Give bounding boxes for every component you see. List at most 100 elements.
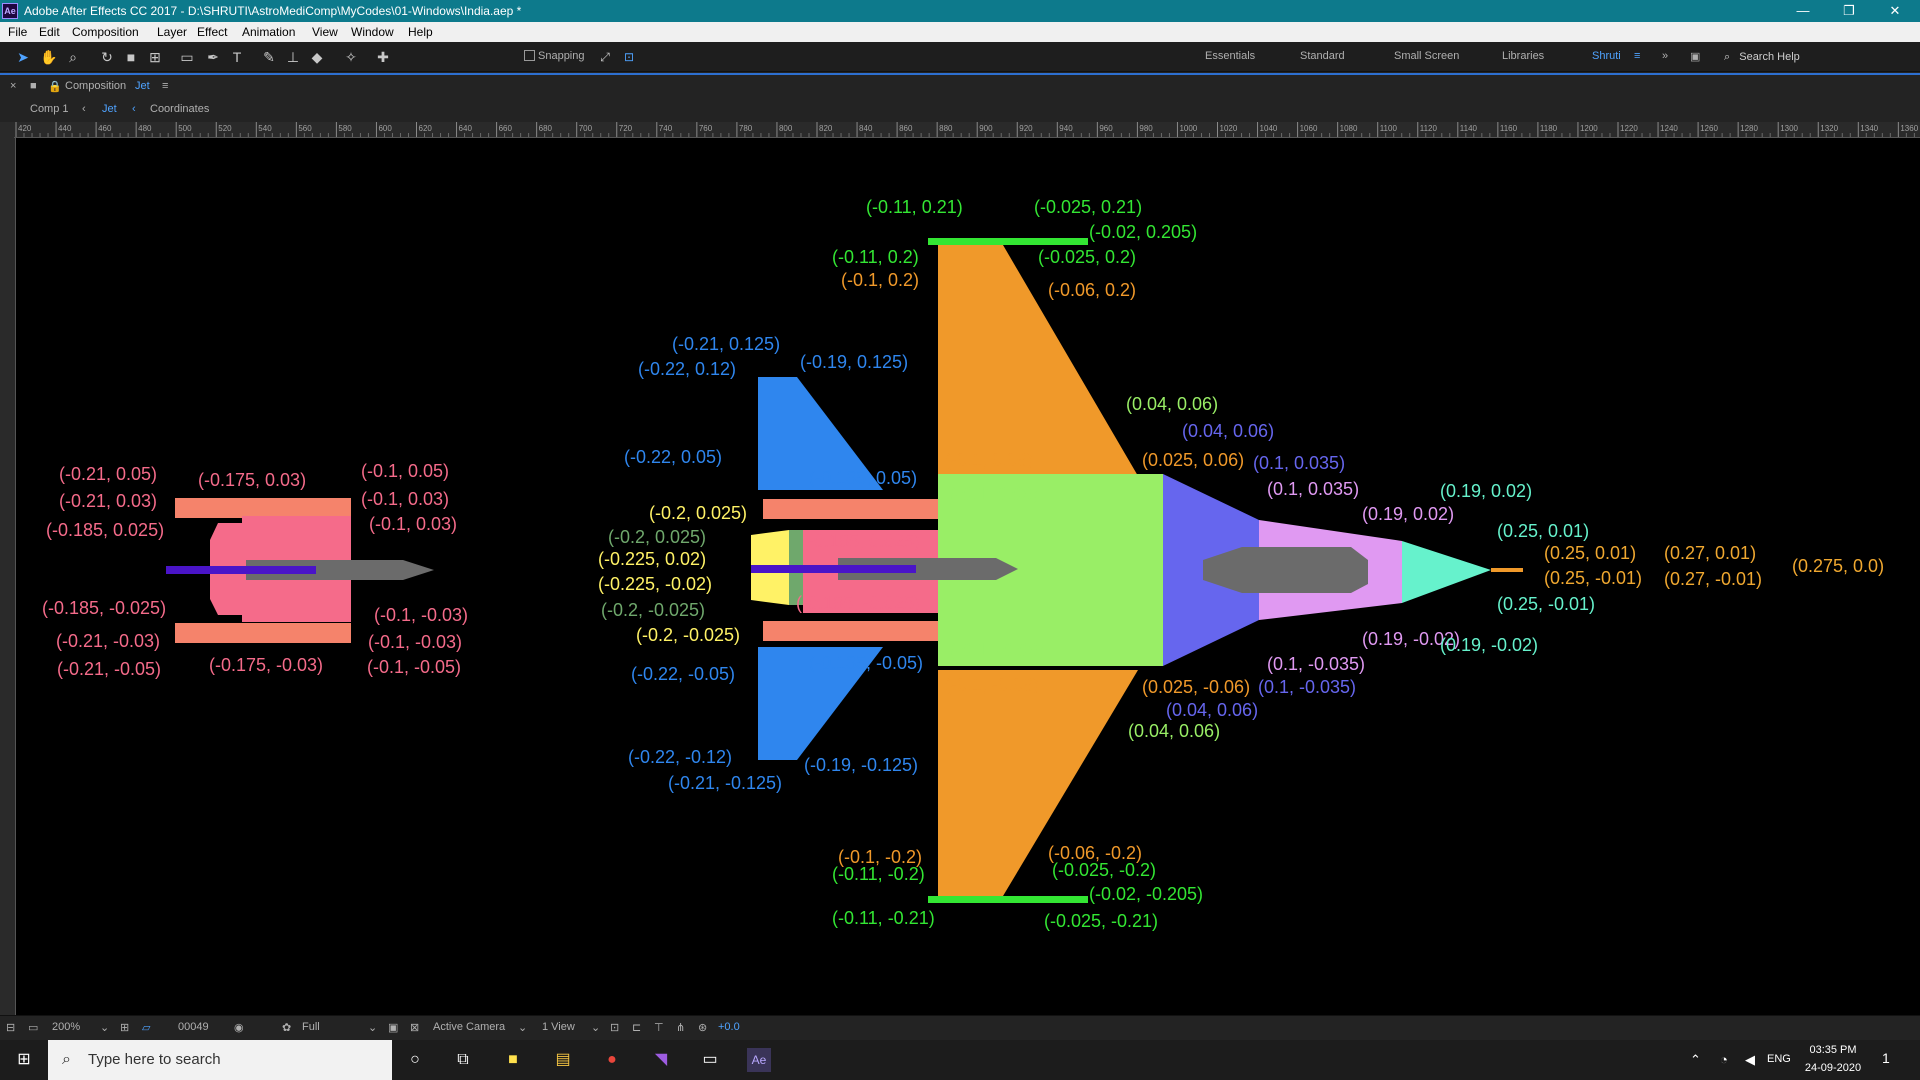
left-engine-upper-plate (175, 498, 351, 518)
view-chevron-icon[interactable]: ⌄ (591, 1021, 600, 1034)
workspace-shruti[interactable]: Shruti (1592, 50, 1621, 62)
workspace-menu-icon[interactable]: ≡ (1634, 50, 1640, 62)
workspace-standard[interactable]: Standard (1300, 50, 1345, 62)
panel-menu-icon[interactable]: ≡ (162, 80, 168, 92)
menu-composition[interactable]: Composition (72, 25, 139, 39)
file-explorer-icon[interactable]: ▤ (551, 1048, 575, 1072)
brush-tool-icon[interactable]: ✎ (260, 48, 278, 66)
workspace-overflow-icon[interactable]: » (1662, 50, 1668, 62)
clock-date[interactable]: 24-09-2020 (1796, 1062, 1870, 1074)
workspace-libraries[interactable]: Libraries (1502, 50, 1544, 62)
network-icon[interactable]: ◔ (1720, 1052, 1728, 1067)
menu-effect[interactable]: Effect (197, 25, 227, 39)
after-effects-taskbar-icon[interactable]: Ae (747, 1048, 771, 1072)
safe-zones-icon[interactable]: ⊞ (120, 1021, 129, 1034)
mask-visibility-icon[interactable]: ▱ (142, 1021, 150, 1034)
clone-stamp-tool-icon[interactable]: ⊥ (284, 48, 302, 66)
chrome-icon[interactable]: ● (600, 1048, 624, 1072)
zoom-tool-icon[interactable]: ⌕ (64, 48, 82, 66)
taskbar-search-box[interactable]: ⌕ Type here to search (48, 1040, 392, 1080)
sticky-notes-icon[interactable]: ■ (501, 1048, 525, 1072)
region-of-interest-icon[interactable]: ▣ (388, 1021, 398, 1034)
notifications-badge[interactable]: 1 (1882, 1050, 1890, 1066)
toggle-pixel-aspect-icon[interactable]: ⊡ (610, 1021, 619, 1034)
visual-studio-icon[interactable]: ◥ (649, 1048, 673, 1072)
vertical-ruler[interactable] (0, 122, 16, 1015)
volume-icon[interactable]: ◀ (1745, 1052, 1755, 1068)
label-sage-1: (-0.2, -0.025) (601, 600, 705, 620)
close-button[interactable]: ✕ (1872, 0, 1918, 22)
ruler-label: 980 (1139, 124, 1153, 133)
menu-help[interactable]: Help (408, 25, 433, 39)
panel-stop-icon[interactable]: ■ (30, 80, 37, 92)
menu-animation[interactable]: Animation (242, 25, 295, 39)
type-tool-icon[interactable]: T (228, 48, 246, 66)
menu-file[interactable]: File (8, 25, 27, 39)
windows-start-icon[interactable]: ⊞ (12, 1048, 36, 1072)
selection-tool-icon[interactable]: ➤ (14, 48, 32, 66)
panel-lock-icon[interactable]: 🔒 (48, 80, 62, 93)
breadcrumb-jet[interactable]: Jet (102, 103, 117, 115)
panel-close-icon[interactable]: × (10, 80, 16, 92)
exposure-reset-icon[interactable]: ⊛ (698, 1021, 707, 1034)
breadcrumb-coordinates[interactable]: Coordinates (150, 103, 209, 115)
workspace-small-screen[interactable]: Small Screen (1394, 50, 1459, 62)
terminal-icon[interactable]: ▭ (698, 1048, 722, 1072)
clock-time[interactable]: 03:35 PM (1796, 1044, 1870, 1056)
minimize-button[interactable]: — (1780, 0, 1826, 22)
view-layout-dropdown[interactable]: 1 View (542, 1021, 575, 1033)
menu-layer[interactable]: Layer (157, 25, 187, 39)
current-time[interactable]: 00049 (178, 1021, 209, 1033)
menu-window[interactable]: Window (351, 25, 394, 39)
channel-icon[interactable]: ✿ (282, 1021, 291, 1034)
fast-previews-icon[interactable]: ⊏ (632, 1021, 641, 1034)
snapping-checkbox[interactable] (524, 50, 535, 61)
breadcrumb-left-arrow-icon[interactable]: ‹ (82, 103, 86, 115)
search-help-field[interactable]: ⌕ Search Help (1724, 47, 1914, 67)
rotation-tool-icon[interactable]: ↻ (98, 48, 116, 66)
language-indicator[interactable]: ENG (1767, 1053, 1791, 1065)
timeline-icon[interactable]: ⊤ (654, 1021, 664, 1034)
breadcrumb-comp1[interactable]: Comp 1 (30, 103, 69, 115)
eraser-tool-icon[interactable]: ◆ (308, 48, 326, 66)
workspace-essentials[interactable]: Essentials (1205, 50, 1255, 62)
tray-expand-icon[interactable]: ⌃ (1690, 1052, 1701, 1068)
menu-edit[interactable]: Edit (39, 25, 60, 39)
breadcrumb-right-arrow-icon[interactable]: ‹ (132, 103, 136, 115)
zoom-chevron-icon[interactable]: ⌄ (100, 1021, 109, 1034)
label-orange-6: (-0.1, -0.2) (838, 847, 922, 867)
flowchart-icon[interactable]: ⋔ (676, 1021, 685, 1034)
rectangle-tool-icon[interactable]: ▭ (178, 48, 196, 66)
snap-feather-icon[interactable]: ⊡ (620, 48, 638, 66)
hand-tool-icon[interactable]: ✋ (40, 48, 58, 66)
snap-edge-icon[interactable]: ⤢ (596, 48, 614, 66)
maximize-button[interactable]: ❐ (1826, 0, 1872, 22)
workspace-layout-icon[interactable]: ▣ (1690, 50, 1700, 63)
snapping-toggle[interactable]: Snapping (524, 50, 585, 62)
menu-view[interactable]: View (312, 25, 338, 39)
task-view-icon[interactable]: ⧉ (451, 1048, 475, 1072)
resolution-dropdown[interactable]: Full (302, 1021, 320, 1033)
label-blue-4: (-0.135, 0.05) (809, 468, 917, 488)
exposure-value[interactable]: +0.0 (718, 1021, 740, 1033)
pen-tool-icon[interactable]: ✒ (204, 48, 222, 66)
camera-tool-icon[interactable]: ■ (122, 48, 140, 66)
ruler-label: 1120 (1420, 124, 1438, 133)
label-left-1: (-0.175, 0.03) (198, 470, 306, 490)
label-orange-4: (-0.1, -0.06) (945, 675, 1039, 695)
resolution-chevron-icon[interactable]: ⌄ (368, 1021, 377, 1034)
puppet-tool-icon[interactable]: ✚ (374, 48, 392, 66)
snapshot-icon[interactable]: ◉ (234, 1021, 244, 1034)
camera-chevron-icon[interactable]: ⌄ (518, 1021, 527, 1034)
roto-brush-tool-icon[interactable]: ✧ (342, 48, 360, 66)
horizontal-ruler[interactable]: 420 440 460 480 500 520 540 560 580 600 620 640 660 6… (14, 122, 1920, 138)
always-preview-icon[interactable]: ⊟ (6, 1021, 15, 1034)
camera-dropdown[interactable]: Active Camera (433, 1021, 505, 1033)
composition-viewer[interactable]: (-0.11, 0.21) (-0.025, 0.21) (-0.02, 0.2… (16, 138, 1920, 1015)
pan-behind-tool-icon[interactable]: ⊞ (146, 48, 164, 66)
zoom-dropdown[interactable]: 200% (52, 1021, 80, 1033)
ruler-label: 760 (699, 124, 713, 133)
cortana-icon[interactable]: ○ (403, 1048, 427, 1072)
monitor-icon[interactable]: ▭ (28, 1021, 38, 1034)
transparency-grid-icon[interactable]: ⊠ (410, 1021, 419, 1034)
